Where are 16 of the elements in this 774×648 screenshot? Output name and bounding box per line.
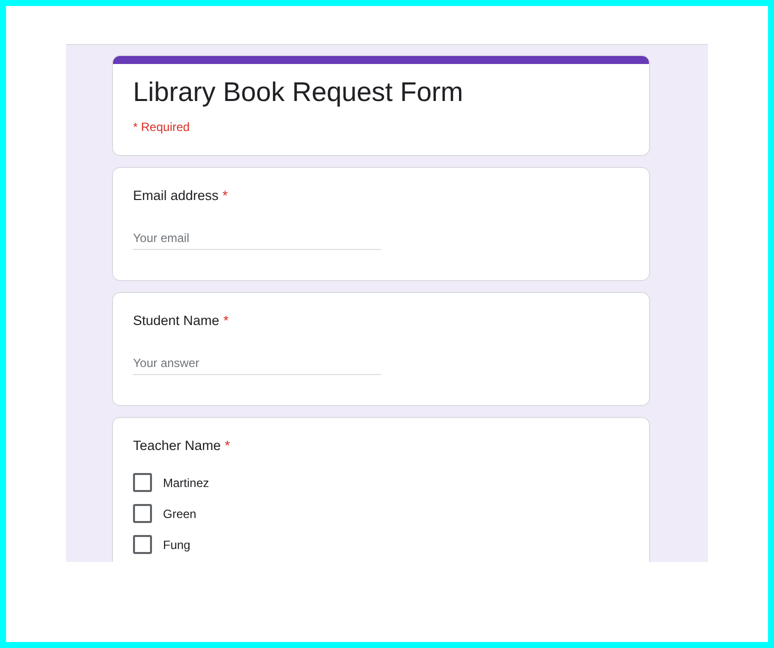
question-label: Teacher Name: [133, 438, 221, 453]
question-label: Email address: [133, 188, 219, 203]
option-label: Fung: [163, 538, 190, 552]
form-title: Library Book Request Form: [133, 77, 464, 108]
required-mark: *: [223, 313, 229, 328]
input-field[interactable]: Your email: [133, 231, 381, 250]
required-mark: *: [222, 188, 228, 203]
option-label: Green: [163, 506, 196, 520]
checkbox[interactable]: [133, 473, 152, 492]
checkbox[interactable]: [133, 535, 152, 554]
question-label: Student Name: [133, 313, 220, 328]
checkbox[interactable]: [133, 504, 152, 523]
required-note: * Required: [133, 120, 191, 134]
input-field[interactable]: Your answer: [133, 356, 381, 375]
option-label: Martinez: [163, 476, 210, 490]
required-mark: *: [224, 438, 230, 453]
